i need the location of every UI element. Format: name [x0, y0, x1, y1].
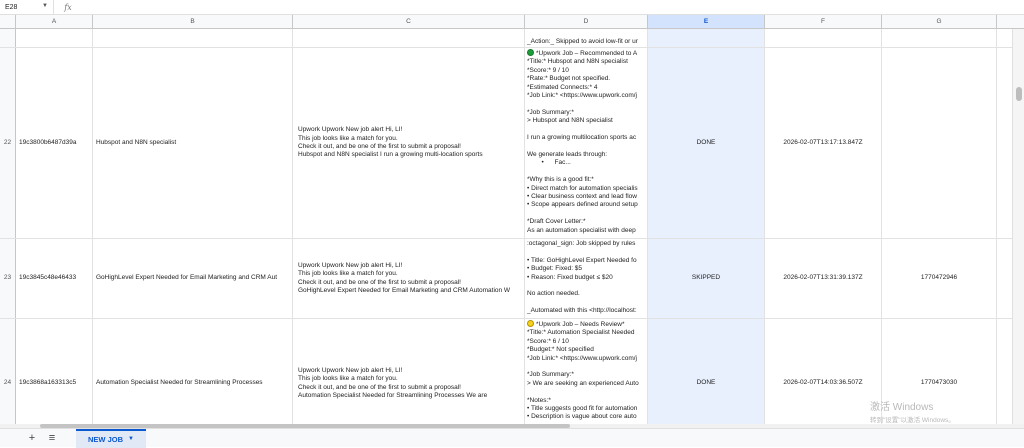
details-first-line: *Upwork Job – Recommended to A [536, 50, 638, 57]
add-sheet-icon[interactable]: + [22, 432, 42, 444]
formula-input[interactable] [82, 0, 1024, 15]
sheet-tab-bar: + ≡ NEW JOB ▼ [0, 428, 1024, 448]
row-header[interactable]: 23 [0, 239, 16, 318]
cell-filler [997, 239, 1012, 318]
cell-b[interactable] [93, 29, 293, 47]
cell-id[interactable]: 19c3800b6487d39a [16, 48, 93, 238]
message-text: Upwork Upwork New job alert Hi, LI! This… [298, 366, 488, 399]
column-header-e[interactable]: E [648, 15, 765, 28]
select-all-corner[interactable] [0, 15, 16, 28]
cell-id[interactable]: 19c3845c48e46433 [16, 239, 93, 318]
name-box[interactable]: E28 ▼ [0, 0, 54, 15]
cell-details[interactable]: *Upwork Job – Needs Review* *Title:* Aut… [525, 319, 648, 424]
yellow-circle-icon [527, 320, 534, 327]
cell-id[interactable]: 19c3868a163313c5 [16, 319, 93, 424]
column-header-row: A B C D E F G [0, 15, 1024, 29]
details-text: *Title:* Automation Specialist Needed *S… [527, 329, 639, 421]
cell-details[interactable]: :octagonal_sign: Job skipped by rules • … [525, 239, 648, 318]
cell-details[interactable]: *Upwork Job – Recommended to A *Title:* … [525, 48, 648, 238]
cell-g[interactable] [882, 48, 997, 238]
cell-status[interactable]: DONE [648, 319, 765, 424]
cell-status[interactable]: SKIPPED [648, 239, 765, 318]
table-row: 22 19c3800b6487d39a Hubspot and N8N spec… [0, 48, 1012, 239]
details-first-line: :octagonal_sign: Job skipped by rules [527, 240, 636, 247]
cell-filler [997, 29, 1012, 47]
cell-f[interactable] [765, 29, 882, 47]
cell-message[interactable]: Upwork Upwork New job alert Hi, LI! This… [293, 239, 525, 318]
column-header-c[interactable]: C [293, 15, 525, 28]
details-first-line: *Upwork Job – Needs Review* [536, 321, 625, 328]
column-header-f[interactable]: F [765, 15, 882, 28]
row-header[interactable]: 24 [0, 319, 16, 424]
name-box-value: E28 [5, 3, 18, 11]
cell-title[interactable]: GoHighLevel Expert Needed for Email Mark… [93, 239, 293, 318]
cell-d[interactable]: _Action:_ Skipped to avoid low-fit or ur [525, 29, 648, 47]
formula-bar: E28 ▼ fx [0, 0, 1024, 15]
sheet-tab-label: NEW JOB [88, 434, 124, 444]
windows-activation-watermark: 激活 Windows 转到"设置"以激活 Windows。 [870, 398, 955, 424]
cell-message[interactable]: Upwork Upwork New job alert Hi, LI! This… [293, 319, 525, 424]
green-circle-icon [527, 49, 534, 56]
message-text: Upwork Upwork New job alert Hi, LI! This… [298, 261, 511, 294]
column-header-a[interactable]: A [16, 15, 93, 28]
row-header[interactable] [0, 29, 16, 47]
column-header-filler [997, 15, 1024, 28]
row-header[interactable]: 22 [0, 48, 16, 238]
vertical-scrollbar[interactable] [1012, 29, 1024, 424]
cell-c[interactable] [293, 29, 525, 47]
all-sheets-menu-icon[interactable]: ≡ [42, 432, 62, 444]
cell-timestamp[interactable]: 2026-02-07T13:31:39.137Z [765, 239, 882, 318]
sheet-tab-new-job[interactable]: NEW JOB ▼ [76, 428, 146, 448]
fx-icon: fx [64, 2, 72, 12]
cell-filler [997, 319, 1012, 424]
cell-g[interactable] [882, 29, 997, 47]
cell-title[interactable]: Hubspot and N8N specialist [93, 48, 293, 238]
table-row: _Action:_ Skipped to avoid low-fit or ur [0, 29, 1012, 48]
watermark-line2: 转到"设置"以激活 Windows。 [870, 417, 955, 424]
cell-g[interactable]: 1770472946 [882, 239, 997, 318]
message-text: Upwork Upwork New job alert Hi, LI! This… [298, 126, 483, 159]
cell-timestamp[interactable]: 2026-02-07T14:03:36.507Z [765, 319, 882, 424]
cell-timestamp[interactable]: 2026-02-07T13:17:13.847Z [765, 48, 882, 238]
column-header-g[interactable]: G [882, 15, 997, 28]
cell-status[interactable]: DONE [648, 48, 765, 238]
details-text: *Title:* Hubspot and N8N specialist *Sco… [527, 58, 638, 234]
cell-title[interactable]: Automation Specialist Needed for Streaml… [93, 319, 293, 424]
table-row: 24 19c3868a163313c5 Automation Specialis… [0, 319, 1012, 424]
vertical-scroll-thumb[interactable] [1016, 87, 1022, 101]
cell-filler [997, 48, 1012, 238]
sheet-grid: _Action:_ Skipped to avoid low-fit or ur… [0, 29, 1012, 424]
column-header-d[interactable]: D [525, 15, 648, 28]
cell-e[interactable] [648, 29, 765, 47]
chevron-down-icon[interactable]: ▼ [42, 3, 48, 9]
details-text: • Title: GoHighLevel Expert Needed fo • … [527, 256, 637, 315]
watermark-line1: 激活 Windows [870, 402, 934, 413]
table-row: 23 19c3845c48e46433 GoHighLevel Expert N… [0, 239, 1012, 319]
column-header-b[interactable]: B [93, 15, 293, 28]
cell-message[interactable]: Upwork Upwork New job alert Hi, LI! This… [293, 48, 525, 238]
chevron-down-icon[interactable]: ▼ [128, 436, 134, 442]
cell-a[interactable] [16, 29, 93, 47]
